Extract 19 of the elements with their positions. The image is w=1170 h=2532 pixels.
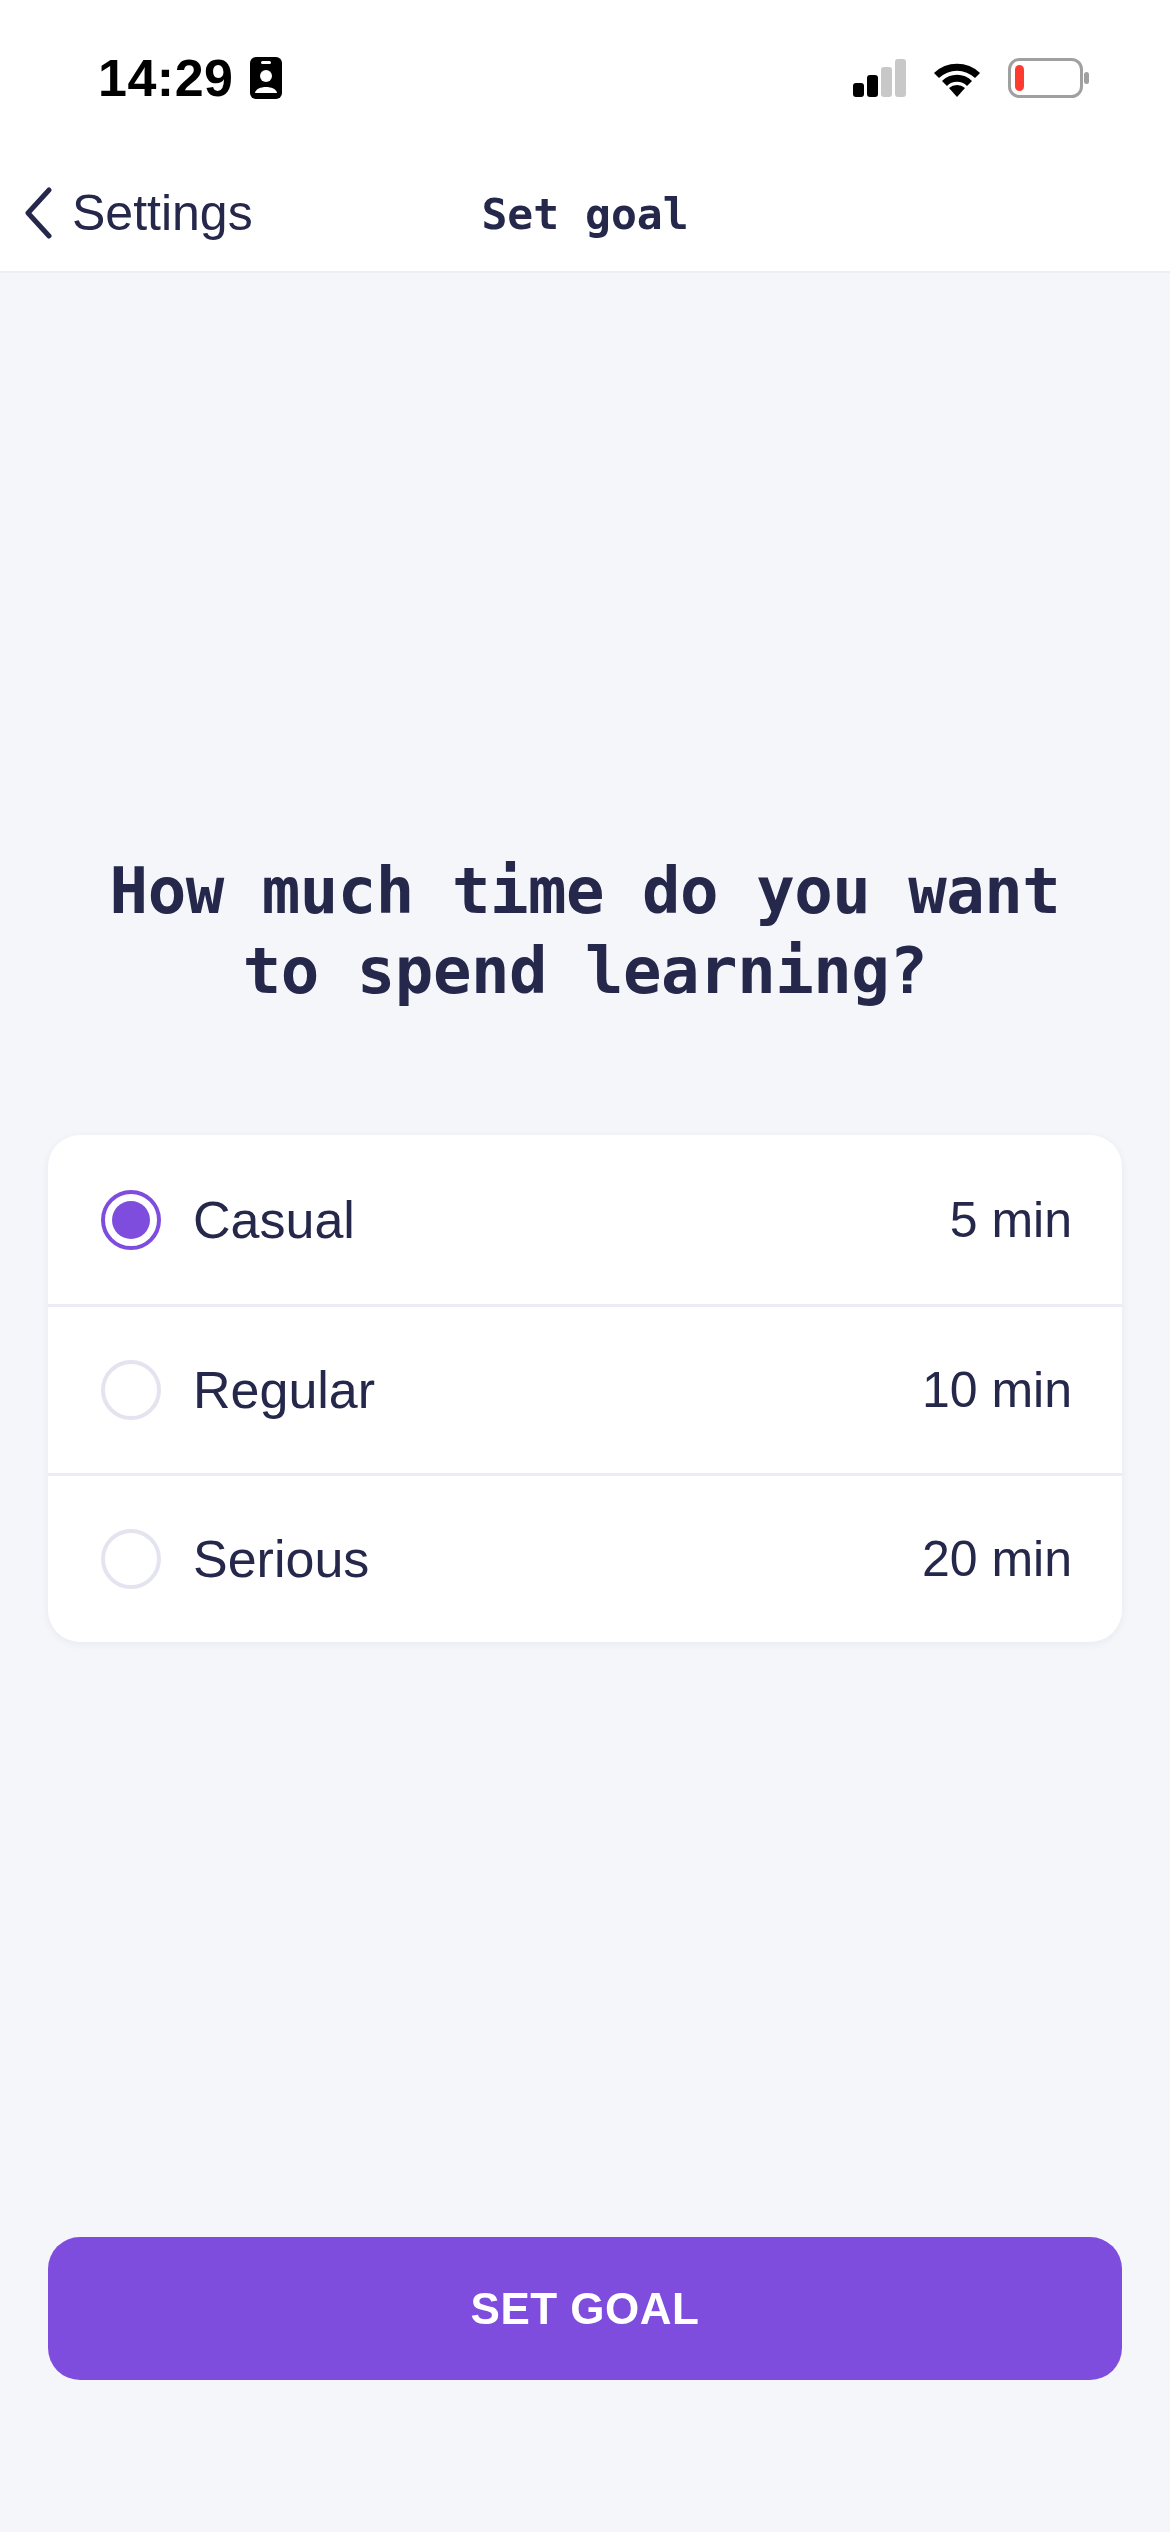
battery-low-icon (1008, 58, 1090, 98)
back-link[interactable]: Settings (24, 183, 253, 256)
option-duration: 20 min (921, 1530, 1072, 1588)
option-label: Casual (193, 1189, 355, 1250)
id-badge-icon (249, 57, 282, 99)
back-chevron-icon (24, 186, 52, 239)
option-duration: 10 min (921, 1361, 1072, 1419)
screen-title: Set goal (481, 188, 689, 239)
goal-option[interactable]: Serious 20 min (48, 1473, 1122, 1642)
question-heading: How much time do you want to spend learning? (108, 853, 1062, 1010)
status-time: 14:29 (98, 48, 234, 108)
goal-option[interactable]: Casual 5 min (48, 1135, 1122, 1304)
option-label: Serious (193, 1529, 370, 1589)
option-label: Regular (193, 1360, 376, 1420)
option-duration: 5 min (949, 1190, 1072, 1249)
radio-button[interactable] (101, 1189, 161, 1250)
goal-option[interactable]: Regular 10 min (48, 1304, 1122, 1473)
set-goal-button[interactable]: SET GOAL (48, 2237, 1122, 2380)
signal-icon (853, 59, 906, 97)
